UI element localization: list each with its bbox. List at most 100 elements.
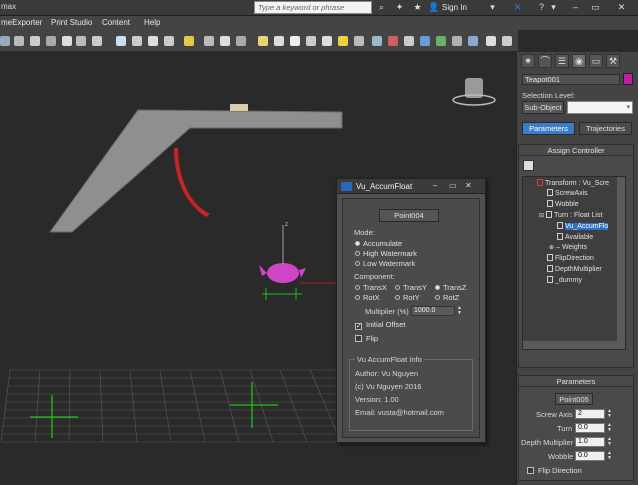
tool-icon[interactable] [290, 36, 300, 46]
close-button[interactable]: ✕ [465, 181, 472, 190]
tool-icon[interactable] [258, 36, 268, 46]
spinner-arrows-icon[interactable]: ▲ ▼ [607, 423, 612, 433]
utilities-tab-icon[interactable]: ⚒ [606, 54, 620, 68]
tool-icon[interactable] [132, 36, 142, 46]
tree-item-selected[interactable]: Vu_AccumFlo [557, 222, 609, 231]
point004-button[interactable]: Point004 [379, 209, 439, 222]
maximize-button[interactable]: ▭ [449, 181, 457, 190]
exchange-icon[interactable]: ✕ [512, 2, 523, 13]
flip-checkbox[interactable]: Flip [355, 334, 378, 343]
spinner-arrows-icon[interactable]: ▲ ▼ [607, 437, 612, 447]
tool-icon[interactable] [372, 36, 382, 46]
tool-icon[interactable] [452, 36, 462, 46]
tool-icon[interactable] [116, 36, 126, 46]
wobble-spinner[interactable]: 0.0 [575, 451, 605, 461]
spinner-arrows-icon[interactable]: ▲ ▼ [457, 306, 462, 316]
minimize-button[interactable]: – [568, 1, 583, 14]
tool-icon[interactable] [502, 36, 512, 46]
menu-help[interactable]: Help [144, 18, 160, 27]
component-transz-radio[interactable]: TransZ [435, 283, 466, 292]
create-tab-icon[interactable]: ✷ [521, 54, 535, 68]
tool-icon[interactable] [486, 36, 496, 46]
tool-icon[interactable] [204, 36, 214, 46]
controller-tree[interactable]: Transform : Vu_Scre ScrewAxis Wobble ⊟ Tu… [522, 176, 626, 350]
component-rotz-radio[interactable]: RotZ [435, 293, 459, 302]
dialog-title-bar[interactable]: Vu_AccumFloat – ▭ ✕ [337, 179, 485, 194]
tree-item[interactable]: Transform : Vu_Scre [537, 179, 609, 188]
tree-horizontal-scrollbar[interactable] [523, 341, 619, 349]
rollout-title[interactable]: Parameters [519, 376, 633, 387]
component-transy-radio[interactable]: TransY [395, 283, 427, 292]
tree-item[interactable]: Available [557, 233, 593, 242]
chevron-down-icon[interactable]: ▾ [548, 2, 559, 13]
rollout-title[interactable]: Assign Controller [519, 145, 633, 156]
object-name-field[interactable]: Teapot001 [522, 74, 620, 85]
tree-item[interactable]: Wobble [547, 200, 579, 209]
tool-icon[interactable] [354, 36, 364, 46]
tool-icon[interactable] [468, 36, 478, 46]
object-color-swatch[interactable] [623, 73, 633, 85]
tool-icon[interactable] [306, 36, 316, 46]
sign-in-link[interactable]: Sign In [442, 3, 467, 12]
menu-exporter[interactable]: meExporter [1, 18, 42, 27]
search-input[interactable]: Type a keyword or phrase [254, 1, 372, 14]
chevron-down-icon[interactable]: ▾ [487, 2, 498, 13]
tool-icon[interactable] [420, 36, 430, 46]
tool-icon[interactable] [236, 36, 246, 46]
component-transx-radio[interactable]: TransX [355, 283, 387, 292]
light-icon[interactable] [184, 36, 194, 46]
component-rotx-radio[interactable]: RotX [355, 293, 380, 302]
tool-icon[interactable] [404, 36, 414, 46]
tree-item[interactable]: _dummy [547, 276, 582, 285]
maximize-button[interactable]: ▭ [588, 1, 603, 14]
hierarchy-tab-icon[interactable]: ☰ [555, 54, 569, 68]
tree-item[interactable]: DepthMultiplier [547, 265, 602, 274]
motion-tab-icon[interactable]: ◉ [572, 54, 586, 68]
tree-item[interactable]: ⊟ Turn : Float List [539, 211, 602, 221]
tool-icon[interactable] [164, 36, 174, 46]
tool-icon[interactable] [0, 36, 10, 46]
minimize-button[interactable]: – [433, 181, 437, 190]
spinner-arrows-icon[interactable]: ▲ ▼ [607, 409, 612, 419]
tab-trajectories[interactable]: Trajectories [579, 122, 632, 135]
initial-offset-checkbox[interactable]: ✓ Initial Offset [355, 320, 405, 330]
tool-icon[interactable] [388, 36, 398, 46]
tool-icon[interactable] [76, 36, 86, 46]
turn-spinner[interactable]: 0.0 [575, 423, 605, 433]
help-icon[interactable]: ? [536, 2, 547, 13]
tree-item[interactable]: ScrewAxis [547, 189, 588, 198]
component-roty-radio[interactable]: RotY [395, 293, 420, 302]
tool-icon[interactable] [30, 36, 40, 46]
assign-controller-icon[interactable] [523, 160, 534, 171]
point005-button[interactable]: Point005 [555, 393, 593, 405]
tool-icon[interactable] [220, 36, 230, 46]
menu-content[interactable]: Content [102, 18, 130, 27]
tool-icon[interactable] [92, 36, 102, 46]
tree-item[interactable]: FlipDirection [547, 254, 594, 263]
user-icon[interactable]: 👤 [428, 2, 439, 13]
tool-icon[interactable] [14, 36, 24, 46]
depth-multiplier-spinner[interactable]: 1.0 [575, 437, 605, 447]
display-tab-icon[interactable]: ▭ [589, 54, 603, 68]
tool-icon[interactable] [436, 36, 446, 46]
sun-icon[interactable] [338, 36, 348, 46]
community-icon[interactable]: ✦ [394, 2, 405, 13]
spinner-arrows-icon[interactable]: ▲ ▼ [607, 451, 612, 461]
tool-icon[interactable] [274, 36, 284, 46]
tool-icon[interactable] [322, 36, 332, 46]
favorites-icon[interactable]: ★ [412, 2, 423, 13]
mode-accumulate-radio[interactable]: Accumulate [355, 239, 402, 248]
mode-high-watermark-radio[interactable]: High Watermark [355, 249, 417, 258]
tool-icon[interactable] [46, 36, 56, 46]
modify-tab-icon[interactable]: ⌒ [538, 54, 552, 68]
mode-low-watermark-radio[interactable]: Low Watermark [355, 259, 415, 268]
tree-vertical-scrollbar[interactable] [617, 177, 625, 349]
flip-direction-checkbox[interactable]: Flip Direction [527, 466, 582, 475]
menu-print-studio[interactable]: Print Studio [51, 18, 92, 27]
tool-icon[interactable] [62, 36, 72, 46]
sub-object-dropdown[interactable]: ▾ [567, 101, 633, 114]
tab-parameters[interactable]: Parameters [522, 122, 575, 135]
sub-object-button[interactable]: Sub-Object [522, 101, 564, 114]
binoculars-icon[interactable]: ⌕ [376, 2, 387, 13]
tool-icon[interactable] [148, 36, 158, 46]
